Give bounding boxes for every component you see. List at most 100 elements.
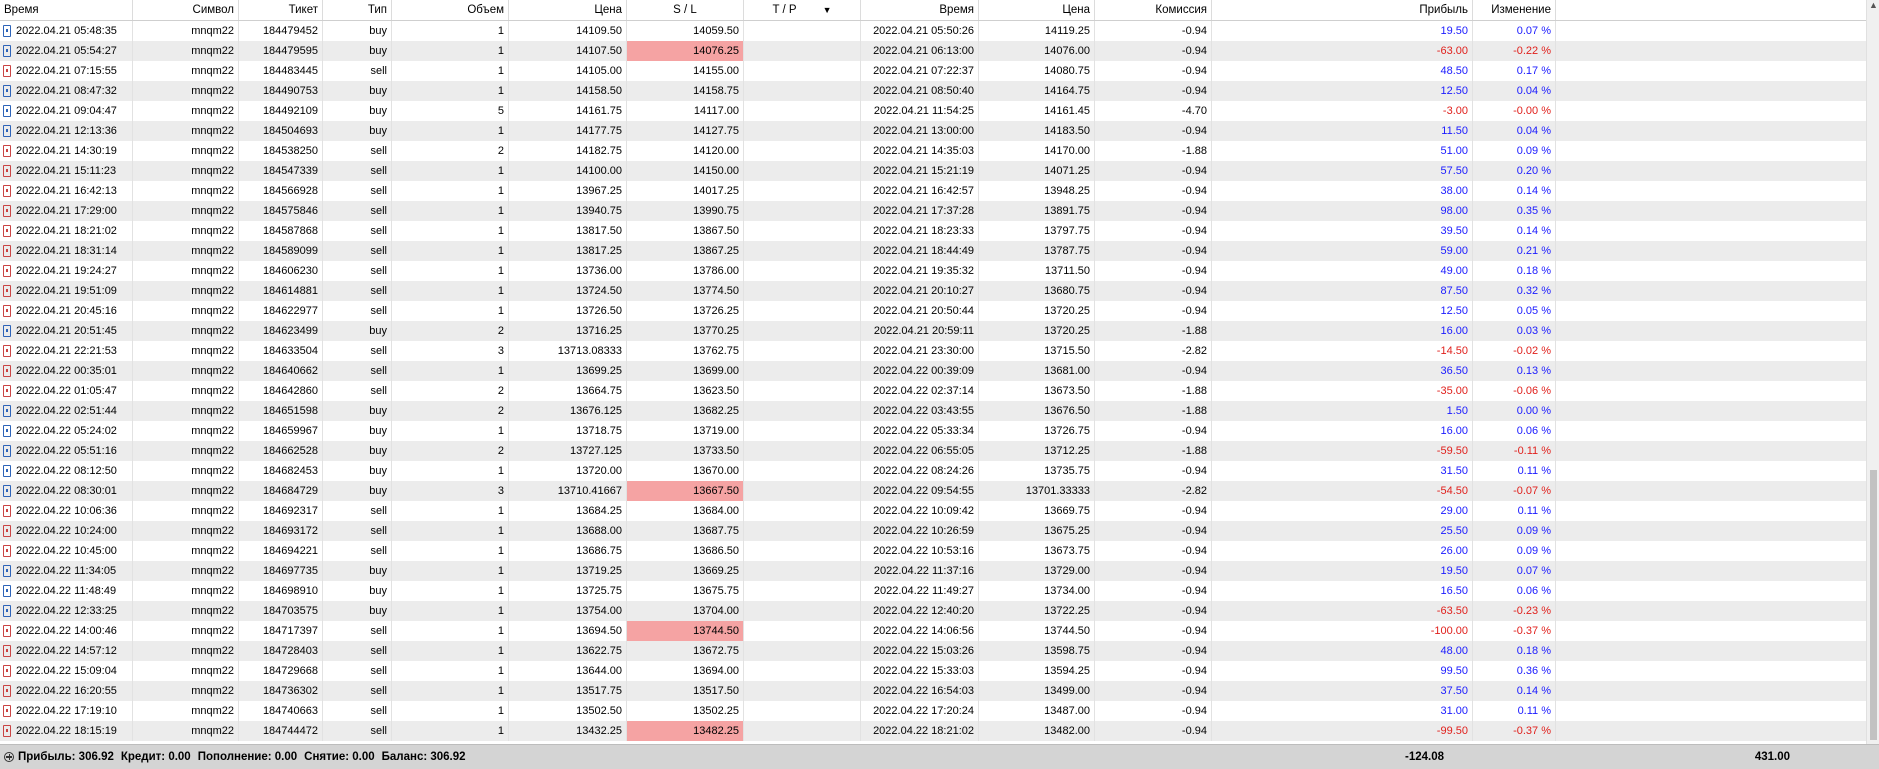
table-row[interactable]: 2022.04.22 11:34:05 mnqm22 184697735 buy 1 13… (0, 561, 1866, 581)
table-row[interactable]: 2022.04.21 15:11:23 mnqm22 184547339 sell 1 1… (0, 161, 1866, 181)
cell-symbol: mnqm22 (133, 81, 239, 101)
table-row[interactable]: 2022.04.22 08:12:50 mnqm22 184682453 buy 1 13… (0, 461, 1866, 481)
cell-price: 14158.50 (509, 81, 627, 101)
cell-time-text: 2022.04.22 14:00:46 (16, 625, 117, 637)
col-header-time[interactable]: Время (0, 0, 133, 20)
table-row[interactable]: 2022.04.21 19:51:09 mnqm22 184614881 sell 1 1… (0, 281, 1866, 301)
cell-close-price: 13797.75 (979, 221, 1095, 241)
cell-change: 0.00 % (1473, 401, 1556, 421)
col-header-change[interactable]: Изменение (1473, 0, 1556, 20)
table-row[interactable]: 2022.04.21 14:30:19 mnqm22 184538250 sell 2 1… (0, 141, 1866, 161)
cell-time-text: 2022.04.21 22:21:53 (16, 345, 117, 357)
table-row[interactable]: 2022.04.22 15:09:04 mnqm22 184729668 sell 1 1… (0, 661, 1866, 681)
cell-time-text: 2022.04.21 20:51:45 (16, 325, 117, 337)
table-row[interactable]: 2022.04.22 14:57:12 mnqm22 184728403 sell 1 1… (0, 641, 1866, 661)
col-header-ticket[interactable]: Тикет (239, 0, 323, 20)
table-row[interactable]: 2022.04.22 05:51:16 mnqm22 184662528 buy 2 13… (0, 441, 1866, 461)
expand-plus-circle-icon[interactable] (4, 752, 14, 762)
cell-type: sell (323, 521, 392, 541)
table-row[interactable]: 2022.04.21 18:21:02 mnqm22 184587868 sell 1 1… (0, 221, 1866, 241)
cell-price: 13817.25 (509, 241, 627, 261)
cell-symbol: mnqm22 (133, 621, 239, 641)
cell-close-price: 13673.50 (979, 381, 1095, 401)
cell-symbol: mnqm22 (133, 501, 239, 521)
cell-profit: 36.50 (1212, 361, 1473, 381)
cell-symbol: mnqm22 (133, 421, 239, 441)
cell-close-time: 2022.04.22 18:21:02 (861, 721, 979, 741)
col-header-close-time[interactable]: Время (861, 0, 979, 20)
sort-desc-icon[interactable]: ▼ (823, 5, 832, 15)
scroll-thumb[interactable] (1870, 470, 1877, 740)
table-row[interactable]: 2022.04.22 10:45:00 mnqm22 184694221 sell 1 1… (0, 541, 1866, 561)
col-header-commission[interactable]: Комиссия (1095, 0, 1212, 20)
table-row[interactable]: 2022.04.22 14:00:46 mnqm22 184717397 sell 1 1… (0, 621, 1866, 641)
cell-profit: 16.00 (1212, 321, 1473, 341)
scroll-up-arrow-icon[interactable]: ▲ (1869, 0, 1878, 10)
col-header-sl[interactable]: S / L (627, 0, 744, 20)
cell-type: sell (323, 201, 392, 221)
table-row[interactable]: 2022.04.21 09:04:47 mnqm22 184492109 buy 5 14… (0, 101, 1866, 121)
table-row[interactable]: 2022.04.22 18:15:19 mnqm22 184744472 sell 1 1… (0, 721, 1866, 741)
cell-price: 13719.25 (509, 561, 627, 581)
table-row[interactable]: 2022.04.22 11:48:49 mnqm22 184698910 buy 1 13… (0, 581, 1866, 601)
table-row[interactable]: 2022.04.22 05:24:02 mnqm22 184659967 buy 1 13… (0, 421, 1866, 441)
cell-time-text: 2022.04.22 08:30:01 (16, 485, 117, 497)
vertical-scrollbar[interactable]: ▲ (1866, 0, 1879, 744)
table-row[interactable]: 2022.04.21 08:47:32 mnqm22 184490753 buy 1 14… (0, 81, 1866, 101)
table-row[interactable]: 2022.04.21 12:13:36 mnqm22 184504693 buy 1 14… (0, 121, 1866, 141)
cell-price: 14107.50 (509, 41, 627, 61)
cell-ticket: 184693172 (239, 521, 323, 541)
cell-change: 0.04 % (1473, 81, 1556, 101)
cell-symbol: mnqm22 (133, 41, 239, 61)
cell-commission: -0.94 (1095, 621, 1212, 641)
cell-type: sell (323, 361, 392, 381)
cell-time: 2022.04.21 19:24:27 (0, 261, 133, 281)
sell-deal-icon (3, 645, 11, 657)
cell-time: 2022.04.22 17:19:10 (0, 701, 133, 721)
table-row[interactable]: 2022.04.21 17:29:00 mnqm22 184575846 sell 1 1… (0, 201, 1866, 221)
table-row[interactable]: 2022.04.21 16:42:13 mnqm22 184566928 sell 1 1… (0, 181, 1866, 201)
table-row[interactable]: 2022.04.21 07:15:55 mnqm22 184483445 sell 1 1… (0, 61, 1866, 81)
table-row[interactable]: 2022.04.22 10:24:00 mnqm22 184693172 sell 1 1… (0, 521, 1866, 541)
table-row[interactable]: 2022.04.22 01:05:47 mnqm22 184642860 sell 2 1… (0, 381, 1866, 401)
table-row[interactable]: 2022.04.22 02:51:44 mnqm22 184651598 buy 2 13… (0, 401, 1866, 421)
sell-deal-icon (3, 345, 11, 357)
table-row[interactable]: 2022.04.21 18:31:14 mnqm22 184589099 sell 1 1… (0, 241, 1866, 261)
cell-sl: 13733.50 (627, 441, 744, 461)
table-row[interactable]: 2022.04.22 17:19:10 mnqm22 184740663 sell 1 1… (0, 701, 1866, 721)
table-row[interactable]: 2022.04.21 19:24:27 mnqm22 184606230 sell 1 1… (0, 261, 1866, 281)
cell-change: 0.11 % (1473, 701, 1556, 721)
table-row[interactable]: 2022.04.22 16:20:55 mnqm22 184736302 sell 1 1… (0, 681, 1866, 701)
col-header-symbol[interactable]: Символ (133, 0, 239, 20)
col-header-price[interactable]: Цена (509, 0, 627, 20)
cell-sl: 14059.50 (627, 21, 744, 41)
table-row[interactable]: 2022.04.21 05:54:27 mnqm22 184479595 buy 1 14… (0, 41, 1866, 61)
table-row[interactable]: 2022.04.22 00:35:01 mnqm22 184640662 sell 1 1… (0, 361, 1866, 381)
table-row[interactable]: 2022.04.22 10:06:36 mnqm22 184692317 sell 1 1… (0, 501, 1866, 521)
cell-time: 2022.04.22 01:05:47 (0, 381, 133, 401)
cell-sl: 13867.25 (627, 241, 744, 261)
cell-profit: 48.50 (1212, 61, 1473, 81)
table-row[interactable]: 2022.04.21 20:45:16 mnqm22 184622977 sell 1 1… (0, 301, 1866, 321)
col-header-profit[interactable]: Прибыль (1212, 0, 1473, 20)
cell-ticket: 184566928 (239, 181, 323, 201)
cell-commission: -0.94 (1095, 281, 1212, 301)
cell-ticket: 184694221 (239, 541, 323, 561)
cell-symbol: mnqm22 (133, 101, 239, 121)
cell-profit: -59.50 (1212, 441, 1473, 461)
col-header-type[interactable]: Тип (323, 0, 392, 20)
table-row[interactable]: 2022.04.21 05:48:35 mnqm22 184479452 buy 1 14… (0, 21, 1866, 41)
table-row[interactable]: 2022.04.22 08:30:01 mnqm22 184684729 buy 3 13… (0, 481, 1866, 501)
table-row[interactable]: 2022.04.22 12:33:25 mnqm22 184703575 buy 1 13… (0, 601, 1866, 621)
cell-ticket: 184606230 (239, 261, 323, 281)
cell-close-time: 2022.04.22 00:39:09 (861, 361, 979, 381)
col-header-close-price[interactable]: Цена (979, 0, 1095, 20)
cell-profit: 57.50 (1212, 161, 1473, 181)
cell-close-time: 2022.04.21 19:35:32 (861, 261, 979, 281)
col-header-volume[interactable]: Объем (392, 0, 509, 20)
col-header-tp[interactable]: T / P ▼ (744, 0, 861, 20)
cell-volume: 1 (392, 581, 509, 601)
table-row[interactable]: 2022.04.21 22:21:53 mnqm22 184633504 sell 3 1… (0, 341, 1866, 361)
table-row[interactable]: 2022.04.21 20:51:45 mnqm22 184623499 buy 2 13… (0, 321, 1866, 341)
cell-price: 13724.50 (509, 281, 627, 301)
